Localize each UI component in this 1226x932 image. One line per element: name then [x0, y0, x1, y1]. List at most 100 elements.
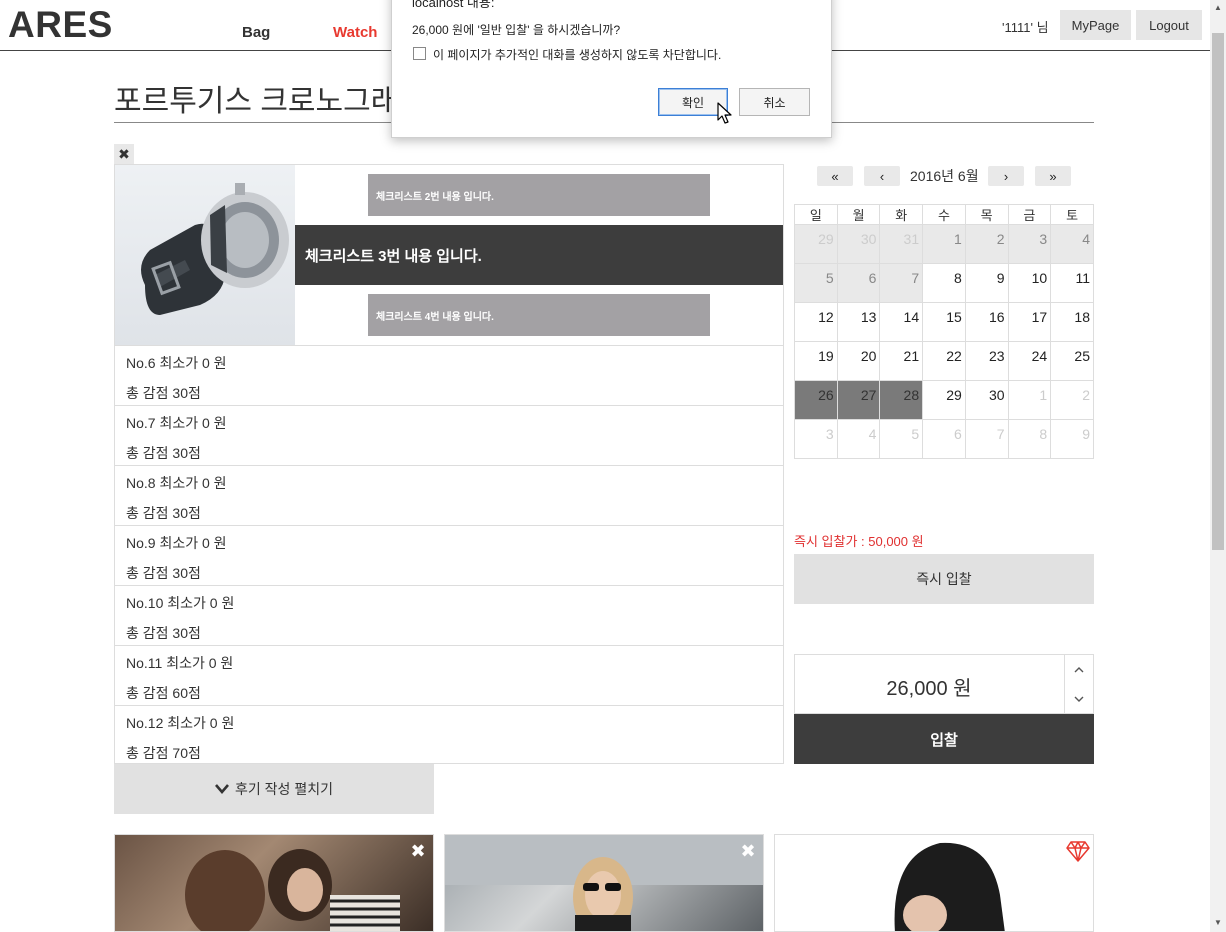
weekday-tue: 화 [879, 204, 924, 225]
instant-bid-button[interactable]: 즉시 입찰 [794, 554, 1094, 604]
row-divider [115, 705, 783, 706]
calendar-day[interactable]: 15 [922, 302, 966, 342]
prev-year-button[interactable]: « [817, 166, 853, 186]
next-year-button[interactable]: » [1035, 166, 1071, 186]
weekday-thu: 목 [964, 204, 1009, 225]
dialog-origin: localhost 내용: [412, 0, 495, 10]
calendar-day[interactable]: 12 [794, 302, 838, 342]
photo-card[interactable] [444, 834, 764, 932]
checklist-item-4[interactable]: 체크리스트 4번 내용 입니다. [368, 294, 710, 336]
row-divider [115, 405, 783, 406]
calendar-day[interactable]: 8 [922, 263, 966, 303]
row-divider [115, 585, 783, 586]
dialog-message: 26,000 원에 '일반 입찰' 을 하시겠습니까? [412, 23, 621, 37]
chevron-left-icon: ‹ [879, 168, 885, 184]
chevron-up-icon[interactable] [1064, 655, 1094, 685]
calendar-day-selected[interactable]: 26 [794, 380, 838, 420]
weekday-fri: 금 [1007, 204, 1052, 225]
calendar-day[interactable]: 9 [964, 263, 1009, 303]
row-divider [115, 345, 783, 346]
calendar-day[interactable]: 14 [879, 302, 924, 342]
row-deduction: 총 감점 30점 [126, 625, 201, 641]
calendar-day[interactable]: 22 [922, 341, 966, 381]
nav-bag[interactable]: Bag [242, 24, 270, 41]
calendar-day-selected[interactable]: 27 [836, 380, 881, 420]
bid-amount-value[interactable]: 26,000 원 [794, 672, 1064, 701]
watch-image [115, 165, 295, 345]
calendar-day[interactable]: 20 [836, 341, 881, 381]
calendar-day: 29 [794, 224, 838, 264]
scroll-down-arrow-icon[interactable]: ▼ [1210, 915, 1226, 931]
instant-bid-price: 즉시 입찰가 : 50,000 원 [794, 534, 924, 549]
row-deduction: 총 감점 70점 [126, 745, 201, 761]
calendar-day: 6 [836, 263, 881, 303]
calendar-day: 4 [1050, 224, 1094, 264]
calendar-day[interactable]: 24 [1007, 341, 1052, 381]
calendar-day[interactable]: 11 [1050, 263, 1094, 303]
calendar-day: 3 [1007, 224, 1052, 264]
row-min-price: No.8 최소가 0 원 [126, 475, 227, 491]
calendar-day[interactable]: 17 [1007, 302, 1052, 342]
calendar-day: 3 [794, 419, 838, 459]
calendar-day[interactable]: 19 [794, 341, 838, 381]
review-expand-button[interactable]: 후기 작성 펼치기 [114, 764, 434, 814]
diamond-icon[interactable] [1066, 840, 1090, 862]
block-dialogs-label[interactable]: 이 페이지가 추가적인 대화를 생성하지 않도록 차단합니다. [433, 46, 721, 63]
nav-watch[interactable]: Watch [333, 24, 377, 41]
dialog-cancel-button[interactable]: 취소 [739, 88, 810, 116]
row-deduction: 총 감점 30점 [126, 565, 201, 581]
calendar-day: 2 [1050, 380, 1094, 420]
weekday-sun: 일 [794, 204, 838, 225]
photo-card[interactable] [774, 834, 1094, 932]
calendar-day[interactable]: 13 [836, 302, 881, 342]
calendar-day: 5 [794, 263, 838, 303]
checklist-item-3[interactable]: 체크리스트 3번 내용 입니다. [295, 225, 783, 285]
chevron-down-icon[interactable] [1064, 684, 1094, 714]
site-logo[interactable]: ARES [8, 4, 113, 46]
calendar-day-selected[interactable]: 28 [879, 380, 924, 420]
row-deduction: 총 감점 60점 [126, 685, 201, 701]
calendar-day: 7 [879, 263, 924, 303]
weekday-sat: 토 [1050, 204, 1094, 225]
scroll-up-arrow-icon[interactable]: ▲ [1210, 0, 1226, 16]
close-icon[interactable]: ✖ [739, 841, 757, 861]
calendar-day[interactable]: 30 [964, 380, 1009, 420]
row-min-price: No.11 최소가 0 원 [126, 655, 234, 671]
calendar-day: 8 [1007, 419, 1052, 459]
block-dialogs-checkbox[interactable] [413, 47, 426, 60]
close-icon[interactable]: ✖ [409, 841, 427, 861]
calendar-day[interactable]: 10 [1007, 263, 1052, 303]
calendar-day: 4 [836, 419, 881, 459]
next-month-button[interactable]: › [988, 166, 1024, 186]
prev-month-button[interactable]: ‹ [864, 166, 900, 186]
calendar-day: 1 [1007, 380, 1052, 420]
calendar-day[interactable]: 25 [1050, 341, 1094, 381]
scrollbar-thumb[interactable] [1212, 33, 1224, 550]
calendar-day[interactable]: 21 [879, 341, 924, 381]
row-min-price: No.9 최소가 0 원 [126, 535, 227, 551]
row-divider [115, 645, 783, 646]
page-title: 포르투기스 크로노그래 [114, 85, 399, 118]
row-divider [115, 465, 783, 466]
double-chevron-left-icon: « [831, 168, 839, 184]
photo-card[interactable] [114, 834, 434, 932]
row-min-price: No.10 최소가 0 원 [126, 595, 235, 611]
row-min-price: No.7 최소가 0 원 [126, 415, 227, 431]
bid-button[interactable]: 입찰 [794, 714, 1094, 764]
calendar-day: 5 [879, 419, 924, 459]
mypage-button[interactable]: MyPage [1060, 10, 1131, 40]
calendar-grid: 일 월 화 수 목 금 토 29 30 31 1 2 3 4 5 6 7 8 9… [794, 204, 1094, 459]
calendar-day[interactable]: 18 [1050, 302, 1094, 342]
calendar-day: 30 [836, 224, 881, 264]
logout-button[interactable]: Logout [1136, 10, 1202, 40]
calendar-day[interactable]: 16 [964, 302, 1009, 342]
calendar-day[interactable]: 29 [922, 380, 966, 420]
close-icon[interactable]: ✖ [114, 144, 134, 164]
calendar-day[interactable]: 23 [964, 341, 1009, 381]
calendar-day: 2 [964, 224, 1009, 264]
calendar-day: 7 [964, 419, 1009, 459]
review-expand-label: 후기 작성 펼치기 [235, 781, 333, 797]
checklist-item-2[interactable]: 체크리스트 2번 내용 입니다. [368, 174, 710, 216]
chevron-down-icon [215, 784, 230, 794]
row-min-price: No.6 최소가 0 원 [126, 355, 227, 371]
